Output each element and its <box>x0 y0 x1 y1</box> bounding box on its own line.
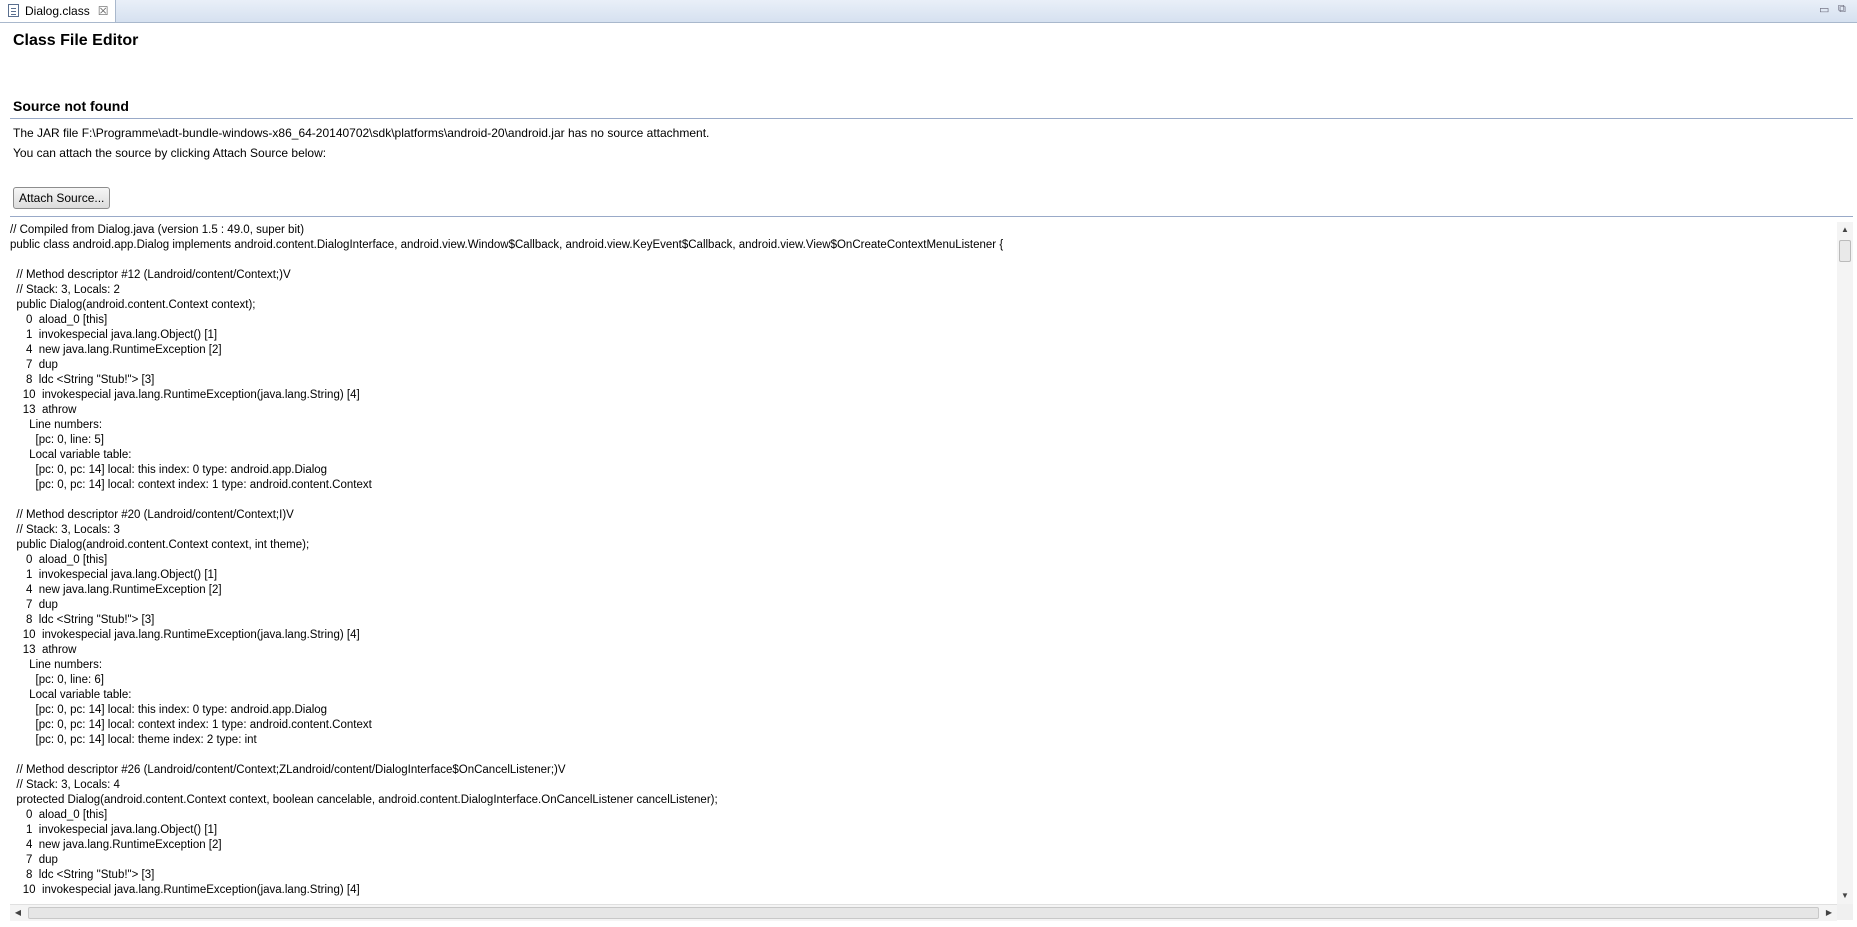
code-line: 13 athrow <box>10 404 77 416</box>
close-icon[interactable]: ☒ <box>98 4 109 18</box>
code-line: 10 invokespecial java.lang.RuntimeExcept… <box>10 884 360 896</box>
vertical-scrollbar[interactable]: ▲ ▼ <box>1837 222 1853 904</box>
code-line: 7 dup <box>10 359 58 371</box>
code-line: [pc: 0, pc: 14] local: theme index: 2 ty… <box>10 734 257 746</box>
code-line: protected Dialog(android.content.Context… <box>10 794 718 806</box>
code-line: [pc: 0, pc: 14] local: context index: 1 … <box>10 719 372 731</box>
bytecode-view[interactable]: // Compiled from Dialog.java (version 1.… <box>10 223 1835 903</box>
code-line: 13 athrow <box>10 644 77 656</box>
maximize-icon[interactable]: ⧉ <box>1838 3 1846 16</box>
scrollbar-corner <box>1837 904 1853 920</box>
code-line: 0 aload_0 [this] <box>10 809 108 821</box>
scrollbar-thumb[interactable] <box>28 907 1819 919</box>
code-line: Line numbers: <box>10 419 103 431</box>
code-line: 0 aload_0 [this] <box>10 314 108 326</box>
code-line: public Dialog(android.content.Context co… <box>10 539 310 551</box>
code-line: 4 new java.lang.RuntimeException [2] <box>10 839 222 851</box>
code-line: Local variable table: <box>10 689 132 701</box>
page-title: Class File Editor <box>13 32 139 49</box>
scroll-up-icon[interactable]: ▲ <box>1837 222 1853 238</box>
class-file-icon <box>7 4 21 18</box>
divider <box>10 118 1853 119</box>
code-line: 1 invokespecial java.lang.Object() [1] <box>10 329 218 341</box>
code-line: 10 invokespecial java.lang.RuntimeExcept… <box>10 629 360 641</box>
code-line: 4 new java.lang.RuntimeException [2] <box>10 584 222 596</box>
code-line: [pc: 0, pc: 14] local: this index: 0 typ… <box>10 704 328 716</box>
code-line: // Method descriptor #26 (Landroid/conte… <box>10 764 566 776</box>
tab-label: Dialog.class <box>25 4 90 18</box>
code-line: 4 new java.lang.RuntimeException [2] <box>10 344 222 356</box>
code-line: // Method descriptor #12 (Landroid/conte… <box>10 269 291 281</box>
horizontal-scrollbar[interactable]: ◀ ▶ <box>10 904 1837 921</box>
code-line: [pc: 0, line: 6] <box>10 674 104 686</box>
section-title: Source not found <box>13 98 129 114</box>
scrollbar-thumb[interactable] <box>1839 240 1851 262</box>
divider <box>10 216 1853 217</box>
tab-dialog-class[interactable]: Dialog.class ☒ <box>0 0 116 22</box>
attach-source-button[interactable]: Attach Source... <box>13 187 111 209</box>
code-line: 8 ldc <String "Stub!"> [3] <box>10 869 155 881</box>
editor-tab-bar: Dialog.class ☒ ▭ ⧉ <box>0 0 1857 23</box>
code-line: // Method descriptor #20 (Landroid/conte… <box>10 509 294 521</box>
code-line: Local variable table: <box>10 449 132 461</box>
code-line: public Dialog(android.content.Context co… <box>10 299 256 311</box>
code-line: 7 dup <box>10 599 58 611</box>
minimize-icon[interactable]: ▭ <box>1819 3 1829 16</box>
scroll-down-icon[interactable]: ▼ <box>1837 888 1853 904</box>
code-line: 1 invokespecial java.lang.Object() [1] <box>10 569 218 581</box>
message-jar-path: The JAR file F:\Programme\adt-bundle-win… <box>13 126 710 140</box>
code-line: [pc: 0, pc: 14] local: this index: 0 typ… <box>10 464 328 476</box>
code-line: 8 ldc <String "Stub!"> [3] <box>10 374 155 386</box>
message-instructions: You can attach the source by clicking At… <box>13 146 327 160</box>
code-line: Line numbers: <box>10 659 103 671</box>
code-line: // Stack: 3, Locals: 4 <box>10 779 120 791</box>
scroll-left-icon[interactable]: ◀ <box>10 905 26 921</box>
code-line: // Compiled from Dialog.java (version 1.… <box>10 224 305 236</box>
code-line: 0 aload_0 [this] <box>10 554 108 566</box>
code-line: 7 dup <box>10 854 58 866</box>
code-line: [pc: 0, line: 5] <box>10 434 104 446</box>
code-line: public class android.app.Dialog implemen… <box>10 239 1004 251</box>
scroll-right-icon[interactable]: ▶ <box>1821 905 1837 921</box>
code-line: // Stack: 3, Locals: 3 <box>10 524 120 536</box>
code-line: [pc: 0, pc: 14] local: context index: 1 … <box>10 479 372 491</box>
code-line: 8 ldc <String "Stub!"> [3] <box>10 614 155 626</box>
code-line: // Stack: 3, Locals: 2 <box>10 284 120 296</box>
code-line: 10 invokespecial java.lang.RuntimeExcept… <box>10 389 360 401</box>
code-line: 1 invokespecial java.lang.Object() [1] <box>10 824 218 836</box>
